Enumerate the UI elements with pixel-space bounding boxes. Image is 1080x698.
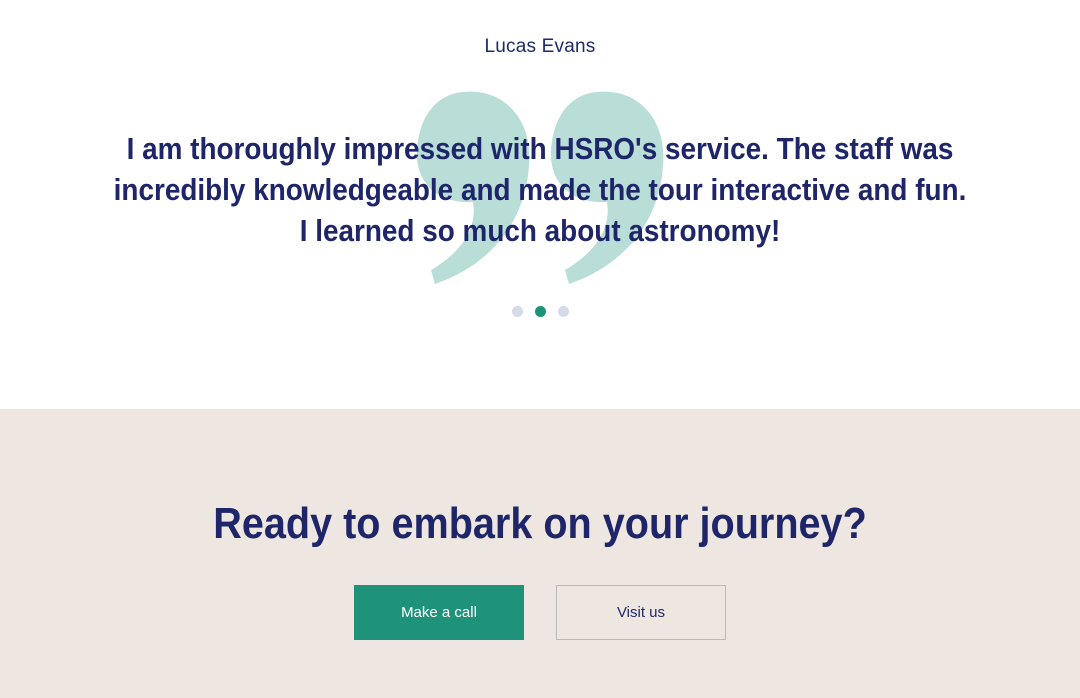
testimonial-section: Lucas Evans I am thoroughly impressed wi… — [0, 0, 1080, 409]
cta-title: Ready to embark on your journey? — [213, 499, 867, 548]
visit-us-button[interactable]: Visit us — [556, 585, 726, 640]
carousel-dot-3[interactable] — [557, 306, 569, 317]
carousel-dot-2[interactable] — [534, 306, 546, 317]
carousel-dot-1[interactable] — [511, 306, 523, 317]
testimonial-quote: I am thoroughly impressed with HSRO's se… — [113, 131, 967, 248]
cta-section: Ready to embark on your journey? Make a … — [0, 409, 1080, 698]
make-a-call-button[interactable]: Make a call — [354, 585, 524, 640]
testimonial-author: Lucas Evans — [484, 36, 596, 57]
carousel-pagination — [0, 306, 1080, 317]
